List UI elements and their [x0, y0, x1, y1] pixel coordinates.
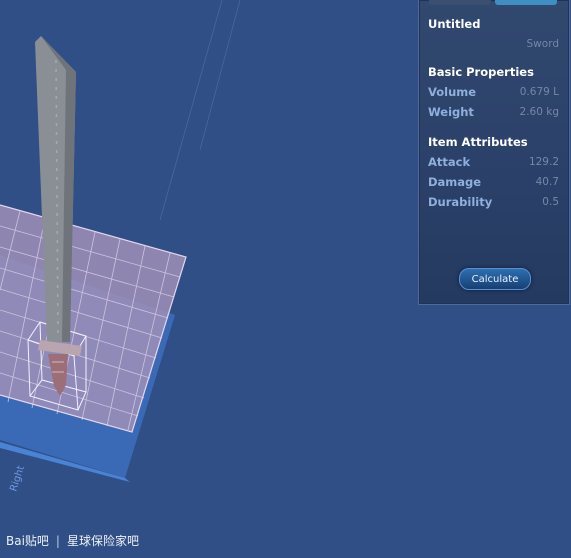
attack-value: 129.2 [528, 156, 559, 168]
tab-2-active[interactable] [495, 0, 557, 5]
panel-tabs [419, 0, 569, 6]
baidu-logo: Bai贴吧 [6, 534, 49, 548]
item-title: Untitled [428, 17, 481, 31]
grid-floor [0, 204, 187, 433]
durability-label: Durability [428, 195, 493, 209]
volume-label: Volume [428, 85, 477, 99]
weight-label: Weight [428, 105, 474, 119]
damage-value: 40.7 [535, 176, 559, 188]
properties-panel: Untitled Sword Basic Properties Volume 0… [418, 0, 570, 305]
axis-label: Right [8, 464, 27, 493]
durability-value: 0.5 [542, 196, 559, 208]
calculate-button[interactable]: Calculate [459, 268, 531, 290]
volume-value: 0.679 L [519, 86, 559, 98]
guide-lines [159, 0, 241, 221]
separator: | [55, 533, 60, 548]
basic-properties-header: Basic Properties [428, 65, 534, 79]
watermark: Bai贴吧 | 星球保险家吧 [6, 532, 139, 549]
forum-name: 星球保险家吧 [66, 534, 139, 548]
item-attributes-header: Item Attributes [428, 135, 528, 149]
weight-value: 2.60 kg [519, 106, 559, 118]
item-type: Sword [526, 38, 559, 50]
damage-label: Damage [428, 175, 482, 189]
tab-1[interactable] [429, 0, 491, 5]
attack-label: Attack [428, 155, 471, 169]
